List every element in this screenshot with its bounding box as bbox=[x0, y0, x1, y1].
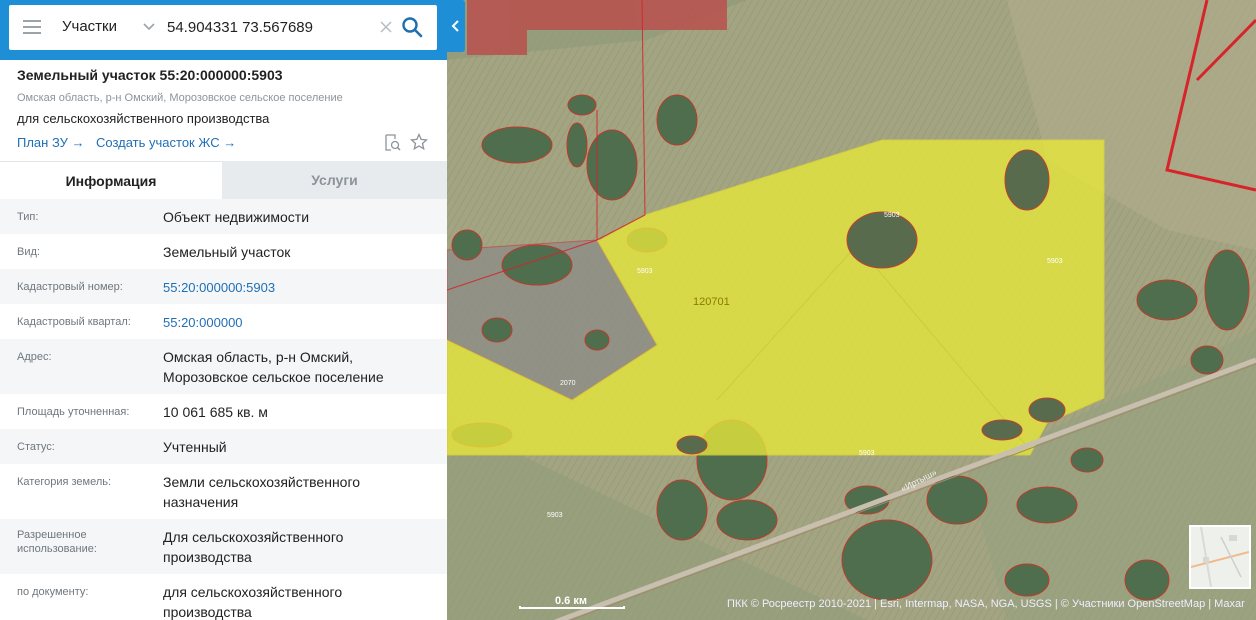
object-subtitle: Омская область, р-н Омский, Морозовское … bbox=[17, 92, 343, 104]
star-icon[interactable] bbox=[410, 133, 428, 151]
search-bar: Участки bbox=[0, 0, 447, 60]
info-row: Тип: Объект недвижимости bbox=[0, 199, 447, 234]
tab-services[interactable]: Услуги bbox=[222, 161, 447, 199]
scale-bar bbox=[519, 606, 625, 609]
map-canvas[interactable]: 5903 5903 5903 5903 2070 5903 120701 «Ир… bbox=[447, 0, 1256, 620]
row-label: Кадастровый квартал: bbox=[17, 316, 131, 328]
row-value: Объект недвижимости bbox=[163, 209, 310, 225]
cadastral-number-link[interactable]: 55:20:000000:5903 bbox=[163, 278, 433, 298]
search-box: Участки bbox=[9, 5, 437, 50]
map-parcel-number: 5903 bbox=[859, 450, 875, 457]
map-parcel-number: 5903 bbox=[547, 512, 563, 519]
create-parcel-link[interactable]: Создать участок ЖС → bbox=[96, 135, 236, 150]
info-row: Кадастровый квартал: 55:20:000000 bbox=[0, 304, 447, 339]
close-icon[interactable] bbox=[378, 19, 394, 35]
row-value: Омская область, р-н Омский, Морозовское … bbox=[163, 349, 384, 385]
document-search-icon[interactable] bbox=[384, 134, 401, 151]
minimap[interactable] bbox=[1189, 525, 1251, 589]
map-parcel-number: 5903 bbox=[637, 268, 653, 275]
plan-link[interactable]: План ЗУ → bbox=[17, 135, 85, 150]
search-input[interactable] bbox=[167, 13, 372, 41]
parcel-quarter-label: 120701 bbox=[693, 296, 730, 308]
menu-icon[interactable] bbox=[23, 20, 43, 35]
object-purpose: для сельскохозяйственного производства bbox=[17, 111, 270, 126]
row-label: Кадастровый номер: bbox=[17, 281, 123, 293]
row-label: Тип: bbox=[17, 211, 39, 223]
collapse-panel-button[interactable] bbox=[447, 0, 465, 52]
row-label: Разрешенное использование: bbox=[17, 529, 97, 555]
row-value: для сельскохозяйственного производства bbox=[163, 584, 343, 620]
info-row: по документу: для сельскохозяйственного … bbox=[0, 574, 447, 620]
info-row: Кадастровый номер: 55:20:000000:5903 bbox=[0, 269, 447, 304]
row-label: Статус: bbox=[17, 441, 55, 453]
map-parcel-number: 5903 bbox=[884, 212, 900, 219]
row-value: Учтенный bbox=[163, 439, 227, 455]
minimap-icon bbox=[1190, 526, 1250, 588]
chevron-down-icon[interactable] bbox=[142, 19, 156, 33]
row-label: Адрес: bbox=[17, 351, 52, 363]
info-row: Статус: Учтенный bbox=[0, 429, 447, 464]
info-row: Площадь уточненная: 10 061 685 кв. м bbox=[0, 394, 447, 429]
map-parcel-number: 2070 bbox=[560, 380, 576, 387]
row-label: Вид: bbox=[17, 246, 40, 258]
satellite-imagery bbox=[447, 0, 1256, 620]
tab-info[interactable]: Информация bbox=[0, 161, 222, 199]
search-icon[interactable] bbox=[401, 16, 423, 38]
map-parcel-number: 5903 bbox=[1047, 258, 1063, 265]
info-panel: Участки Земельный участок 55:20:000000:5… bbox=[0, 0, 447, 620]
info-row: Адрес: Омская область, р-н Омский, Мороз… bbox=[0, 339, 447, 394]
info-row: Вид: Земельный участок bbox=[0, 234, 447, 269]
map-attribution: ПКК © Росреестр 2010-2021 | Esri, Interm… bbox=[727, 598, 1245, 610]
object-title: Земельный участок 55:20:000000:5903 bbox=[17, 67, 283, 83]
info-row: Разрешенное использование: Для сельскохо… bbox=[0, 519, 447, 574]
tabs: Информация Услуги bbox=[0, 161, 447, 199]
row-value: Земли сельскохозяйственного назначения bbox=[163, 474, 361, 510]
row-label: Категория земель: bbox=[17, 476, 112, 488]
row-value: 10 061 685 кв. м bbox=[163, 404, 268, 420]
cadastral-quarter-link[interactable]: 55:20:000000 bbox=[163, 313, 433, 333]
row-label: по документу: bbox=[17, 586, 89, 598]
row-label: Площадь уточненная: bbox=[17, 406, 130, 418]
chevron-left-icon bbox=[451, 20, 459, 32]
row-value: Для сельскохозяйственного производства bbox=[163, 529, 344, 565]
row-value: Земельный участок bbox=[163, 244, 291, 260]
search-type-select[interactable]: Участки bbox=[62, 18, 117, 35]
info-row: Категория земель: Земли сельскохозяйстве… bbox=[0, 464, 447, 519]
